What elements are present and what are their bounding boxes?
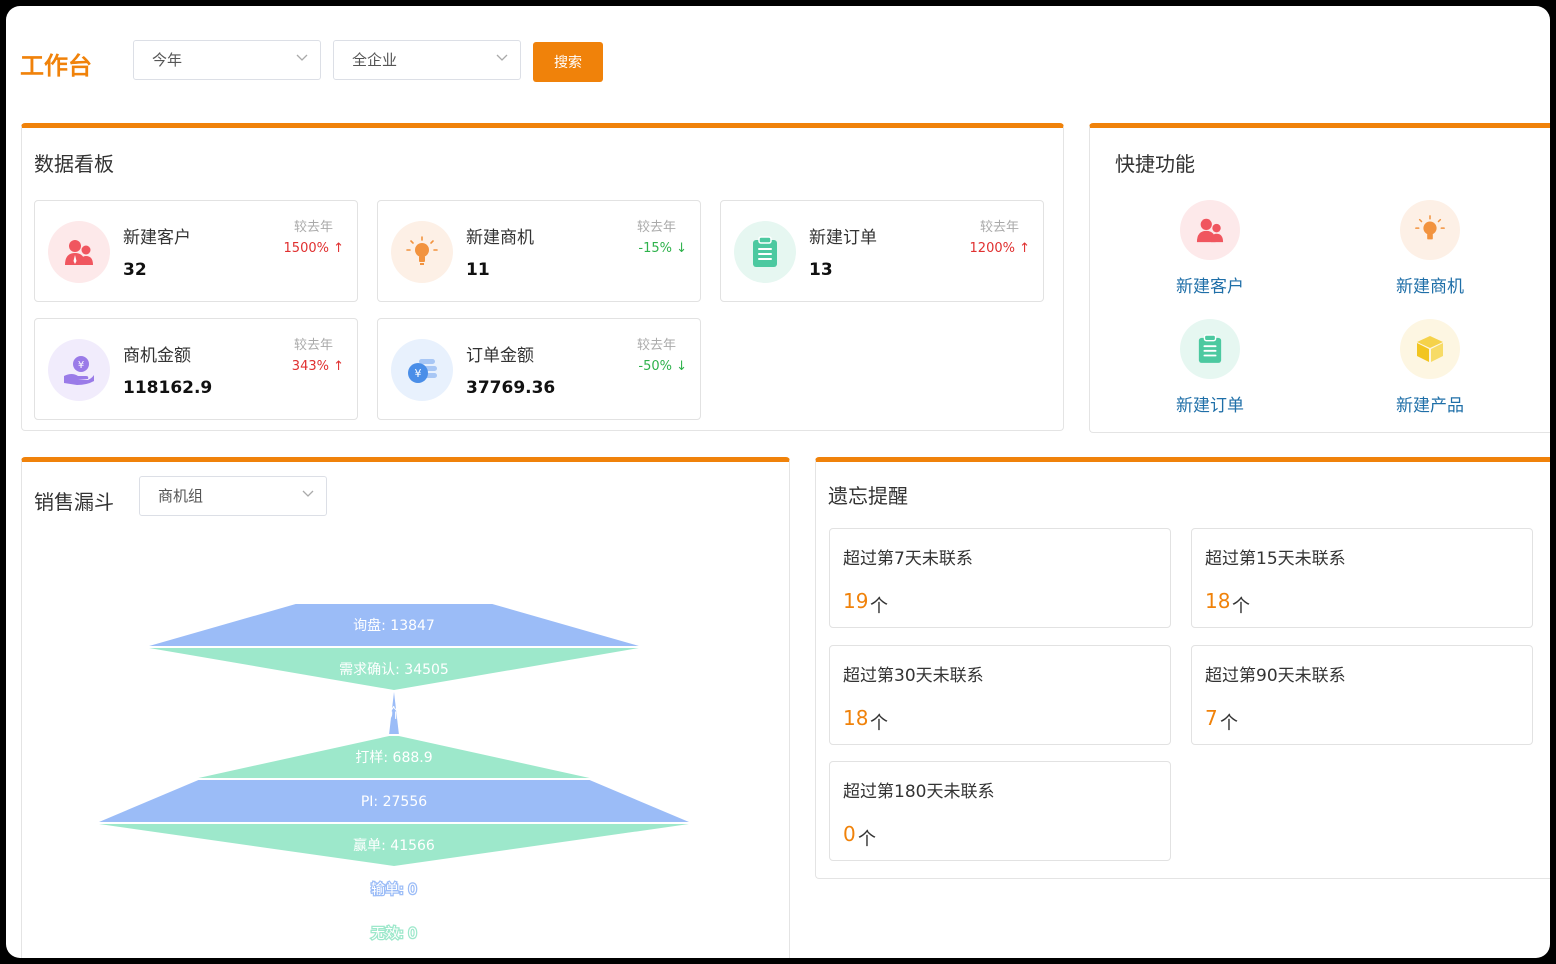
reminder-label: 超过第7天未联系 (843, 549, 973, 569)
stat-delta: -50% ↓ (638, 359, 687, 374)
stat-label: 商机金额 (123, 346, 191, 366)
reminder-label: 超过第15天未联系 (1205, 549, 1346, 569)
funnel-label: 需求确认: 34505 (339, 662, 449, 678)
reminder-count: 0 (843, 822, 856, 846)
reminder-label: 超过第180天未联系 (843, 782, 995, 802)
stat-delta: -15% ↓ (638, 241, 687, 256)
stat-label: 订单金额 (466, 346, 534, 366)
quick-new-customer[interactable]: 新建客户 (1140, 200, 1280, 300)
reminder-card-30[interactable]: 超过第30天未联系 18 个 (829, 645, 1171, 745)
money-hand-icon: ¥ (48, 339, 110, 401)
reminder-card-180[interactable]: 超过第180天未联系 0 个 (829, 761, 1171, 861)
stat-delta: 343% ↑ (291, 359, 344, 374)
stat-label: 新建商机 (466, 228, 534, 248)
reminder-card-90[interactable]: 超过第90天未联系 7 个 (1191, 645, 1533, 745)
funnel-label: 赢单: 41566 (353, 837, 435, 854)
quick-panel: 快捷功能 新建客户 新建商机 新建订单 新建产品 (1089, 123, 1550, 433)
compare-label: 较去年 (636, 338, 676, 353)
stat-label: 新建客户 (123, 228, 191, 248)
reminder-count: 7 (1205, 706, 1218, 730)
customer-icon (1180, 200, 1240, 260)
quick-label: 新建客户 (1176, 277, 1244, 297)
reminder-count: 18 (1205, 589, 1231, 613)
reminder-title: 遗忘提醒 (828, 484, 908, 508)
funnel-label: 输单: 0 (371, 882, 417, 898)
reminder-unit: 个 (870, 596, 888, 617)
quick-label: 新建商机 (1396, 277, 1464, 297)
quick-new-order[interactable]: 新建订单 (1140, 319, 1280, 419)
lightbulb-icon (391, 221, 453, 283)
stat-card-new-customer[interactable]: 新建客户 32 较去年 1500% ↑ (34, 200, 358, 302)
quick-new-opportunity[interactable]: 新建商机 (1360, 200, 1500, 300)
reminder-unit: 个 (1232, 596, 1250, 617)
quick-title: 快捷功能 (1115, 152, 1195, 176)
clipboard-icon (734, 221, 796, 283)
reminder-label: 超过第30天未联系 (843, 666, 984, 686)
quick-new-product[interactable]: 新建产品 (1360, 319, 1500, 419)
customer-icon (48, 221, 110, 283)
funnel-label: PI: 27556 (361, 794, 427, 810)
funnel-label: 打样: 688.9 (355, 749, 432, 766)
reminder-count: 18 (843, 706, 869, 730)
stat-card-opportunity-amount[interactable]: ¥ 商机金额 118162.9 较去年 343% ↑ (34, 318, 358, 420)
reminder-count: 19 (843, 589, 869, 613)
clipboard-icon (1180, 319, 1240, 379)
reminder-label: 超过第90天未联系 (1205, 666, 1346, 686)
funnel-label: 报价: 0 (371, 706, 417, 722)
dashboard-panel: 数据看板 新建客户 32 较去年 1500% ↑ 新建商机 11 较去年 -15… (21, 123, 1064, 431)
search-button[interactable]: 搜索 (533, 42, 603, 82)
stat-value: 32 (123, 260, 147, 280)
quick-label: 新建订单 (1176, 396, 1244, 416)
reminder-unit: 个 (858, 829, 876, 850)
funnel-label: 询盘: 13847 (353, 617, 435, 634)
stat-value: 118162.9 (123, 378, 213, 398)
coin-icon: ¥ (391, 339, 453, 401)
stat-delta: 1200% ↑ (969, 241, 1030, 256)
chevron-down-icon (296, 53, 308, 63)
year-select[interactable]: 今年 (133, 40, 321, 80)
lightbulb-icon (1400, 200, 1460, 260)
stat-label: 新建订单 (809, 228, 877, 248)
compare-label: 较去年 (636, 220, 676, 235)
company-select-value: 全企业 (352, 51, 398, 69)
dashboard-title: 数据看板 (34, 152, 114, 176)
year-select-value: 今年 (152, 51, 183, 69)
svg-text:¥: ¥ (415, 367, 422, 380)
quick-label: 新建产品 (1396, 396, 1464, 416)
compare-label: 较去年 (979, 220, 1019, 235)
funnel-panel: 销售漏斗 商机组 询盘: 13847 需求确认: 34505 报价: 0 打样: 68… (21, 457, 790, 958)
stat-value: 11 (466, 260, 490, 280)
compare-label: 较去年 (293, 220, 333, 235)
stat-value: 13 (809, 260, 833, 280)
stat-delta: 1500% ↑ (283, 241, 344, 256)
app-window: 工作台 今年 全企业 搜索 数据看板 新建客户 32 较去年 1500% ↑ 新… (6, 6, 1550, 958)
page-title: 工作台 (20, 52, 92, 80)
reminder-card-7[interactable]: 超过第7天未联系 19 个 (829, 528, 1171, 628)
stat-card-new-opportunity[interactable]: 新建商机 11 较去年 -15% ↓ (377, 200, 701, 302)
stat-value: 37769.36 (466, 378, 556, 398)
stat-card-order-amount[interactable]: ¥ 订单金额 37769.36 较去年 -50% ↓ (377, 318, 701, 420)
funnel-chart: 询盘: 13847 需求确认: 34505 报价: 0 打样: 688.9 PI: 27… (99, 604, 689, 943)
reminder-panel: 遗忘提醒 超过第7天未联系 19 个 超过第15天未联系 18 个 超过第30天… (815, 457, 1550, 879)
box-icon (1400, 319, 1460, 379)
funnel-label: 无效: 0 (371, 926, 417, 942)
reminder-unit: 个 (870, 713, 888, 734)
stat-card-new-order[interactable]: 新建订单 13 较去年 1200% ↑ (720, 200, 1044, 302)
svg-text:¥: ¥ (78, 360, 84, 371)
reminder-unit: 个 (1220, 713, 1238, 734)
chevron-down-icon (496, 53, 508, 63)
reminder-card-15[interactable]: 超过第15天未联系 18 个 (1191, 528, 1533, 628)
company-select[interactable]: 全企业 (333, 40, 521, 80)
compare-label: 较去年 (293, 338, 333, 353)
